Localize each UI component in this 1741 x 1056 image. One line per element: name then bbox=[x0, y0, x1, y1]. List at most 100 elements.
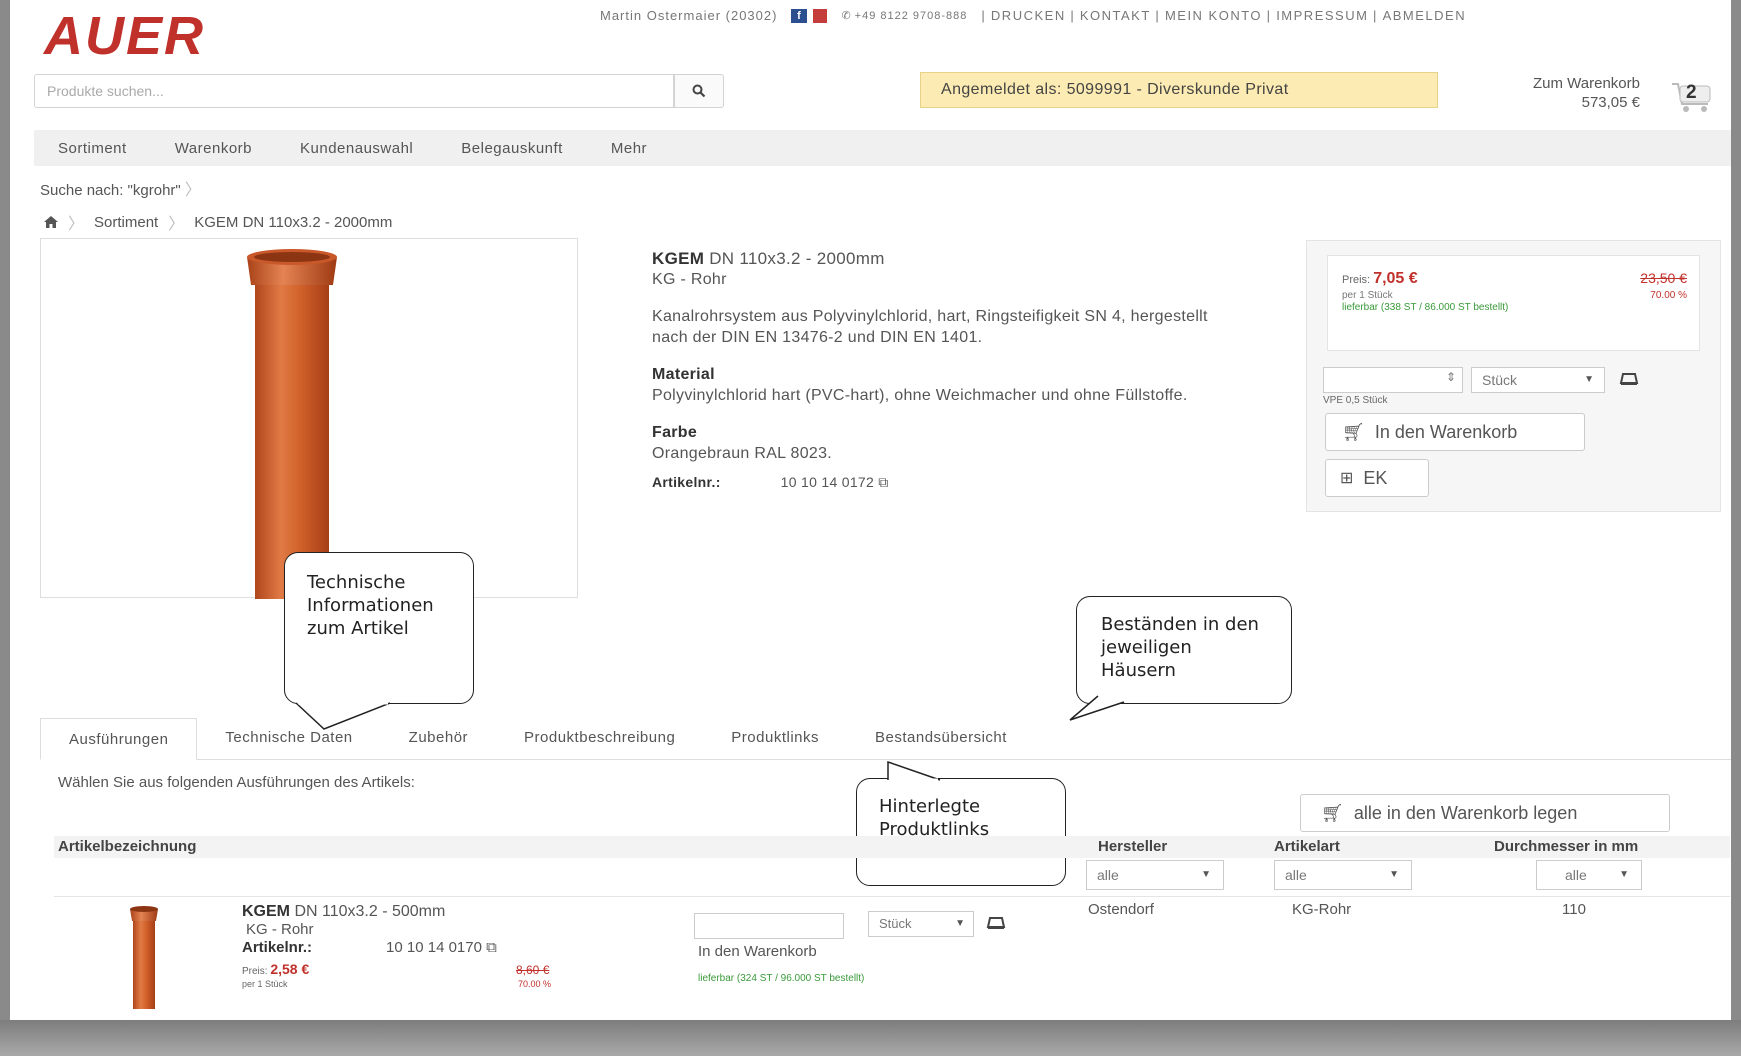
link-kontakt[interactable]: KONTAKT bbox=[1080, 8, 1151, 23]
bottom-shade bbox=[0, 1020, 1741, 1056]
nav-belegauskunft[interactable]: Belegauskunft bbox=[437, 140, 587, 157]
svg-text:AUER: AUER bbox=[42, 8, 205, 60]
chevron-down-icon: ▼ bbox=[1389, 869, 1399, 880]
variant-title[interactable]: KGEM DN 110x3.2 - 500mm bbox=[242, 903, 445, 921]
variant-unit-select[interactable]: Stück ▼ bbox=[868, 911, 974, 937]
variants-table-header: Artikelbezeichnung Hersteller Artikelart… bbox=[54, 836, 1730, 858]
cart-quick-icon[interactable] bbox=[1619, 371, 1639, 387]
breadcrumb: 〉 Sortiment 〉 KGEM DN 110x3.2 - 2000mm bbox=[44, 210, 392, 234]
auer-logo[interactable]: AUER bbox=[40, 8, 240, 60]
tab-technische-daten[interactable]: Technische Daten bbox=[197, 717, 380, 759]
filter-artikelart[interactable]: alle ▼ bbox=[1274, 860, 1412, 890]
plus-box-icon: ⊞ bbox=[1340, 470, 1354, 487]
cart-count: 2 bbox=[1686, 82, 1697, 103]
cart-icon[interactable]: 2 bbox=[1666, 78, 1716, 114]
col-artikelart[interactable]: Artikelart bbox=[1274, 838, 1340, 855]
copy-icon[interactable]: ⧉ bbox=[878, 474, 888, 490]
variant-price: Preis: 2,58 € bbox=[242, 961, 310, 977]
chevron-down-icon: ▼ bbox=[1619, 869, 1629, 880]
product-image-box bbox=[40, 238, 579, 599]
product-info: KGEM DN 110x3.2 - 2000mm KG - Rohr Kanal… bbox=[652, 248, 1252, 493]
cart-quick-icon[interactable] bbox=[986, 915, 1006, 931]
variant-diameter: 110 bbox=[1562, 901, 1586, 918]
link-drucken[interactable]: DRUCKEN bbox=[991, 8, 1066, 23]
search-button[interactable] bbox=[674, 74, 724, 108]
product-image[interactable] bbox=[41, 239, 579, 599]
stepper-icon[interactable]: ⇕ bbox=[1446, 370, 1456, 384]
main-nav: Sortiment Warenkorb Kundenauswahl Belega… bbox=[34, 130, 1731, 166]
cart-total: 573,05 € bbox=[1581, 94, 1640, 111]
link-abmelden[interactable]: ABMELDEN bbox=[1383, 8, 1467, 23]
add-all-to-cart-button[interactable]: 🛒︎ alle in den Warenkorb legen bbox=[1300, 794, 1670, 832]
tab-zubehoer[interactable]: Zubehör bbox=[381, 717, 496, 759]
cart-label: Zum Warenkorb bbox=[1533, 75, 1640, 92]
top-bar: Martin Ostermaier (20302) f ✆ +49 8122 9… bbox=[600, 8, 1466, 23]
facebook-icon[interactable]: f bbox=[791, 8, 808, 23]
material-section: Material Polyvinylchlorid hart (PVC-hart… bbox=[652, 366, 1188, 404]
variant-manufacturer: Ostendorf bbox=[1088, 901, 1154, 918]
variant-availability: lieferbar (324 ST / 96.000 ST bestellt) bbox=[698, 973, 865, 984]
table-row: KGEM DN 110x3.2 - 500mm KG - Rohr Artike… bbox=[54, 896, 1730, 1016]
nav-sortiment[interactable]: Sortiment bbox=[34, 140, 151, 157]
old-price: 23,50 € bbox=[1640, 270, 1687, 286]
logged-in-banner: Angemeldet als: 5099991 - Diverskunde Pr… bbox=[920, 72, 1438, 108]
home-icon[interactable] bbox=[44, 216, 58, 228]
copy-icon[interactable]: ⧉ bbox=[486, 939, 497, 956]
price-card: Preis: 7,05 € 23,50 € per 1 Stück 70.00 … bbox=[1327, 255, 1700, 351]
product-tabs: Ausführungen Technische Daten Zubehör Pr… bbox=[40, 718, 1731, 760]
cart-link[interactable]: Zum Warenkorb 573,05 € bbox=[1480, 74, 1640, 112]
tab-produktlinks[interactable]: Produktlinks bbox=[703, 717, 847, 759]
col-hersteller[interactable]: Hersteller bbox=[1098, 838, 1167, 855]
col-durchmesser[interactable]: Durchmesser in mm bbox=[1494, 838, 1638, 855]
variant-add-to-cart-link[interactable]: In den Warenkorb bbox=[698, 943, 817, 960]
chevron-down-icon: ▼ bbox=[955, 918, 965, 929]
variant-image[interactable] bbox=[124, 905, 164, 1009]
social-icons: f bbox=[791, 8, 828, 23]
callout-technical: Technische Informationen zum Artikel bbox=[284, 552, 474, 704]
nav-kundenauswahl[interactable]: Kundenauswahl bbox=[276, 140, 437, 157]
link-mein-konto[interactable]: MEIN KONTO bbox=[1165, 8, 1262, 23]
cart-icon: 🛒︎ bbox=[1321, 802, 1344, 823]
phone-icon: ✆ bbox=[841, 10, 852, 22]
search-input[interactable]: Produkte suchen... bbox=[34, 74, 674, 108]
filter-durchmesser[interactable]: alle ▼ bbox=[1536, 860, 1642, 890]
link-impressum[interactable]: IMPRESSUM bbox=[1276, 8, 1368, 23]
availability: lieferbar (338 ST / 86.000 ST bestellt) bbox=[1342, 302, 1509, 313]
color-section: Farbe Orangebraun RAL 8023. bbox=[652, 424, 833, 462]
phone-number[interactable]: ✆ +49 8122 9708-888 bbox=[841, 9, 967, 23]
add-to-cart-button[interactable]: 🛒︎ In den Warenkorb bbox=[1325, 413, 1585, 451]
product-title: KGEM DN 110x3.2 - 2000mm bbox=[652, 249, 885, 268]
variants-intro: Wählen Sie aus folgenden Ausführungen de… bbox=[58, 774, 415, 791]
quantity-input[interactable]: ⇕ bbox=[1323, 367, 1463, 393]
filter-hersteller[interactable]: alle ▼ bbox=[1086, 860, 1224, 890]
nav-mehr[interactable]: Mehr bbox=[587, 140, 671, 157]
breadcrumb-sortiment[interactable]: Sortiment bbox=[94, 214, 158, 231]
price-per: per 1 Stück bbox=[1342, 290, 1393, 301]
tab-produktbeschreibung[interactable]: Produktbeschreibung bbox=[496, 717, 703, 759]
user-name: Martin Ostermaier (20302) bbox=[600, 8, 778, 23]
discount: 70.00 % bbox=[1650, 290, 1687, 301]
app-frame: AUER Martin Ostermaier (20302) f ✆ +49 8… bbox=[10, 0, 1731, 1020]
cart-icon: 🛒︎ bbox=[1342, 421, 1365, 442]
price-value: 7,05 € bbox=[1373, 270, 1418, 287]
unit-select[interactable]: Stück ▼ bbox=[1471, 367, 1605, 393]
youtube-icon[interactable] bbox=[813, 8, 828, 23]
tab-bestandsuebersicht[interactable]: Bestandsübersicht bbox=[847, 717, 1035, 759]
search-icon bbox=[692, 84, 706, 98]
article-number: Artikelnr.: 10 10 14 0172 ⧉ bbox=[652, 474, 889, 490]
variant-per: per 1 Stück bbox=[242, 979, 288, 989]
search-breadcrumb[interactable]: Suche nach: "kgrohr" 〉 bbox=[40, 176, 201, 200]
col-artikelbezeichnung[interactable]: Artikelbezeichnung bbox=[58, 838, 196, 855]
variant-quantity-input[interactable] bbox=[694, 913, 844, 939]
top-links: | DRUCKEN | KONTAKT | MEIN KONTO | IMPRE… bbox=[981, 8, 1467, 23]
chevron-down-icon: ▼ bbox=[1201, 869, 1211, 880]
vpe-info: VPE 0,5 Stück bbox=[1323, 395, 1388, 406]
variant-artnr: Artikelnr.: 10 10 14 0170 ⧉ bbox=[242, 939, 497, 956]
ek-button[interactable]: ⊞ EK bbox=[1325, 459, 1429, 497]
variant-type: KG-Rohr bbox=[1292, 901, 1352, 918]
callout-links: Hinterlegte Produktlinks bbox=[856, 778, 1066, 886]
tab-ausfuehrungen[interactable]: Ausführungen bbox=[40, 718, 198, 760]
nav-warenkorb[interactable]: Warenkorb bbox=[151, 140, 276, 157]
chevron-down-icon: ▼ bbox=[1584, 374, 1594, 385]
variant-subtitle: KG - Rohr bbox=[246, 921, 314, 938]
